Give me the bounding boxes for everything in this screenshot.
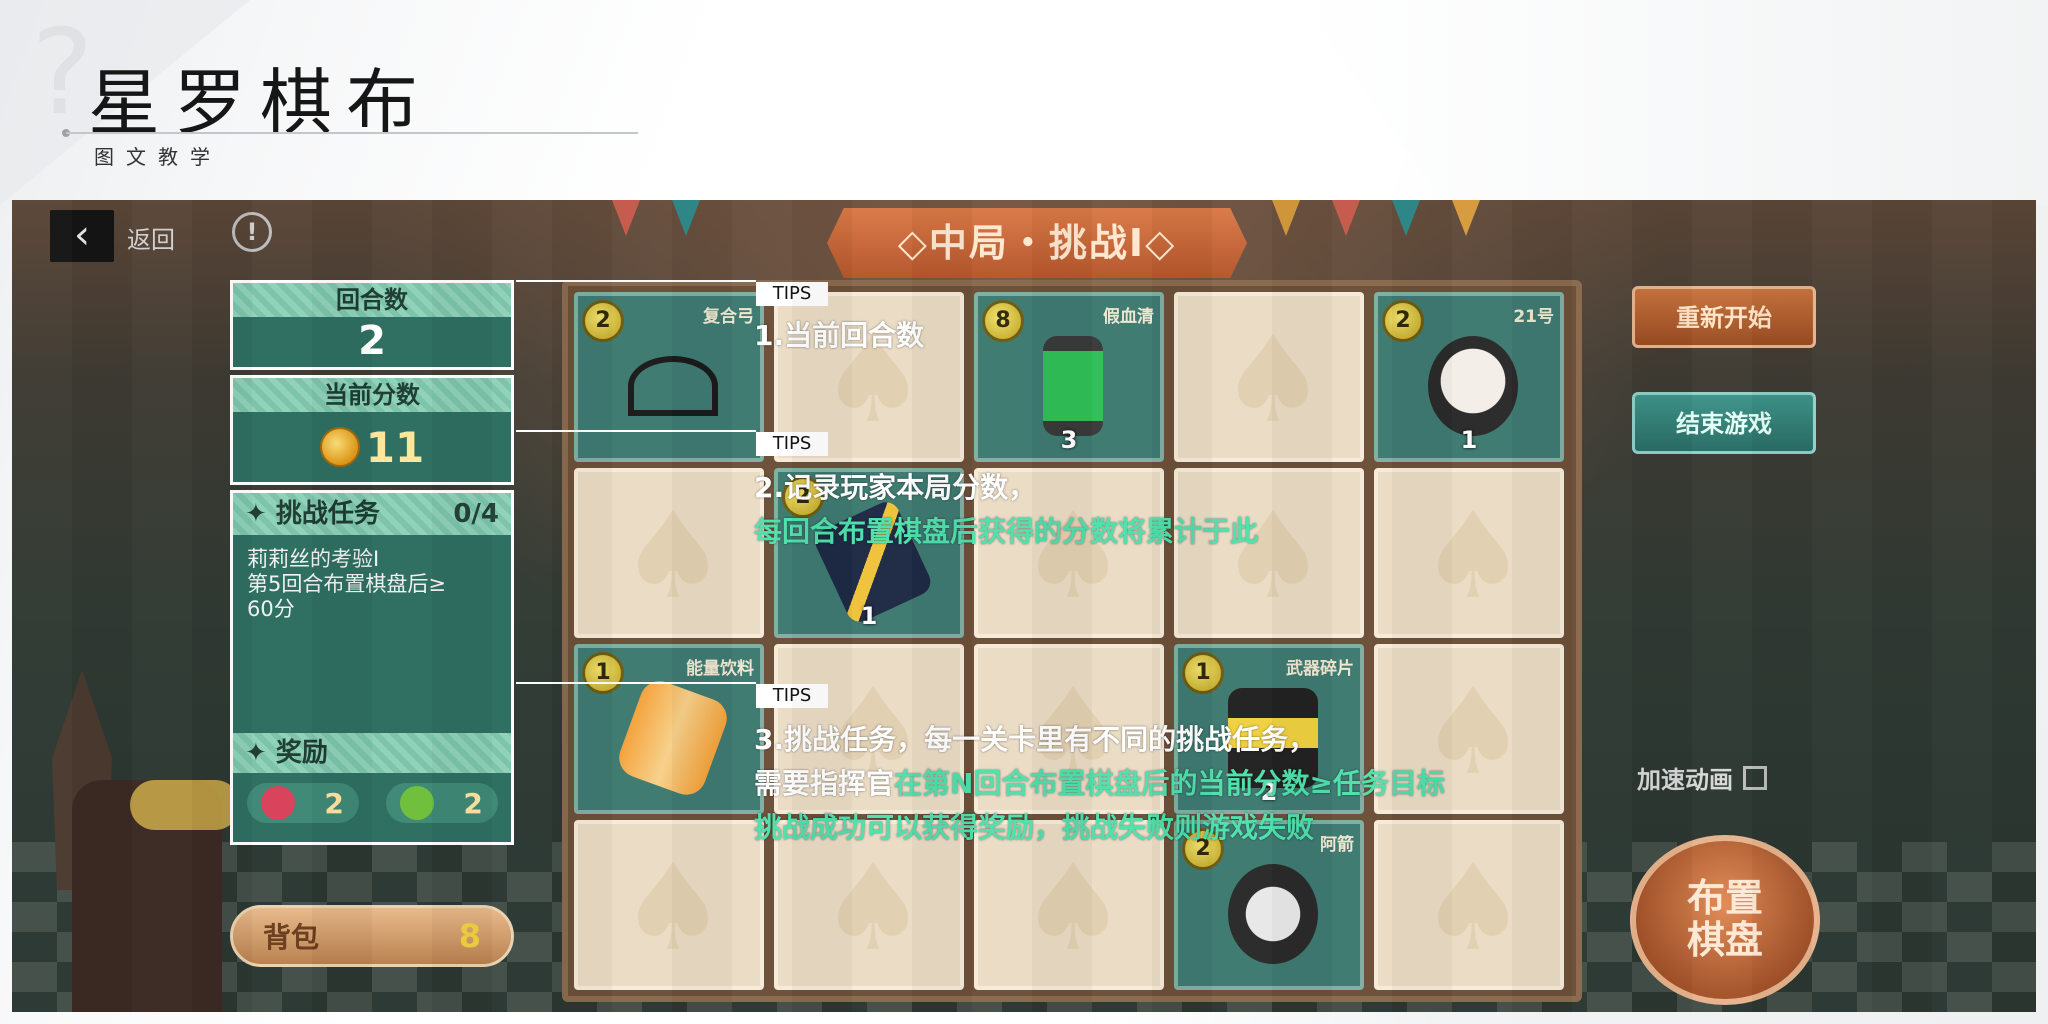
reward-label: 奖励 xyxy=(275,738,328,768)
spade-icon: ♠ xyxy=(1419,839,1527,978)
score-panel: 当前分数 11 xyxy=(230,375,514,485)
cell-item-name: 阿箭 xyxy=(1320,835,1354,855)
board-cell-empty[interactable]: ♠ xyxy=(1174,468,1364,638)
info-icon[interactable]: ! xyxy=(232,212,272,252)
reward-item: 2 xyxy=(385,783,498,823)
board-cell-item[interactable]: 8 假血清 3 xyxy=(974,292,1164,462)
board-cell-empty[interactable]: ♠ xyxy=(1174,292,1364,462)
reward-row: 2 2 xyxy=(233,783,511,823)
tip3-prefix: 需要指挥官 xyxy=(754,767,895,800)
task-description: 莉莉丝的考验Ⅰ 第5回合布置棋盘后≥ 60分 xyxy=(247,547,446,621)
task-label: 挑战任务 xyxy=(275,499,380,529)
cell-count: 1 xyxy=(1460,426,1478,454)
bow-icon xyxy=(628,356,718,416)
board-cell-item[interactable]: 1 能量饮料 xyxy=(574,644,764,814)
mask-icon xyxy=(1228,864,1318,964)
serum-icon xyxy=(1043,336,1103,436)
cell-item-name: 武器碎片 xyxy=(1286,659,1354,679)
coin-icon xyxy=(319,427,360,467)
board-cell-empty[interactable]: ♠ xyxy=(1374,468,1564,638)
slide: ? 星罗棋布 图文教学 ‹ 返回 ! ◇中局・挑战Ⅰ◇ 回合数 2 当前分数 1… xyxy=(0,0,2048,1024)
girl-icon xyxy=(1428,336,1518,436)
tip1-tag: TIPS xyxy=(756,282,828,306)
sparkle-icon: ✦ xyxy=(245,738,276,768)
reward-header: ✦ 奖励 xyxy=(233,733,511,773)
spade-icon: ♠ xyxy=(1419,487,1527,626)
tip1-text: 1.当前回合数 xyxy=(754,319,925,352)
tip2-line xyxy=(516,430,756,432)
board-cell-empty[interactable]: ♠ xyxy=(1374,820,1564,990)
cell-item-name: 21号 xyxy=(1513,307,1554,327)
tip3-tag: TIPS xyxy=(756,684,828,708)
sparkle-icon: ✦ xyxy=(245,499,276,529)
tip1-line xyxy=(516,280,756,282)
cell-count: 1 xyxy=(860,602,878,630)
cell-badge: 1 xyxy=(582,652,624,694)
bag-button[interactable]: 背包 8 xyxy=(230,905,514,967)
cell-badge: 2 xyxy=(1382,300,1424,342)
chip-icon xyxy=(261,786,296,820)
tip3-text-line3: 挑战成功可以获得奖励，挑战失败则游戏失败 xyxy=(754,811,1315,844)
round-label: 回合数 xyxy=(233,283,511,317)
place-board-button[interactable]: 布置 棋盘 xyxy=(1630,835,1820,1005)
bag-count: 8 xyxy=(458,917,481,955)
can-icon xyxy=(613,675,733,801)
spade-icon: ♠ xyxy=(819,839,927,978)
tip3-line xyxy=(516,682,756,684)
reward-item: 2 xyxy=(246,783,359,823)
challenge-task-panel: ✦ 挑战任务 0/4 莉莉丝的考验Ⅰ 第5回合布置棋盘后≥ 60分 ✦ 奖励 2 2 xyxy=(230,490,514,845)
chevron-left-icon: ‹ xyxy=(74,212,90,258)
tip2-text-line1: 2.记录玩家本局分数， xyxy=(754,471,1037,504)
back-label[interactable]: 返回 xyxy=(127,220,175,255)
cell-item-name: 能量饮料 xyxy=(686,659,754,679)
tip3-text-line2: 需要指挥官在第N回合布置棋盘后的当前分数≥任务目标 xyxy=(754,762,1445,802)
decor-bow xyxy=(130,780,240,830)
board-cell-item[interactable]: 2 21号 1 xyxy=(1374,292,1564,462)
speed-checkbox[interactable] xyxy=(1743,765,1767,790)
stage-banner: ◇中局・挑战Ⅰ◇ xyxy=(827,208,1247,278)
bag-label: 背包 xyxy=(263,921,320,954)
restart-button[interactable]: 重新开始 xyxy=(1632,286,1816,348)
speed-toggle[interactable]: 加速动画 xyxy=(1637,760,1767,795)
tip3-highlight: 在第N回合布置棋盘后的当前分数≥任务目标 xyxy=(894,767,1445,800)
spade-icon: ♠ xyxy=(1019,839,1127,978)
task-header: ✦ 挑战任务 0/4 xyxy=(233,493,511,535)
game-board: 2 复合弓 ♠ 8 假血清 3 ♠ 2 21号 1 ♠ 2 1 ♠ ♠ ♠ 1 能量饮料 ♠ ♠ 1 武器碎片 2 ♠ ♠ ♠ ♠ 2… xyxy=(562,280,1582,1002)
board-cell-empty[interactable]: ♠ xyxy=(574,820,764,990)
tip2-text-line2: 每回合布置棋盘后获得的分数将累计于此 xyxy=(754,515,1259,548)
speed-label: 加速动画 xyxy=(1637,766,1733,794)
end-game-button[interactable]: 结束游戏 xyxy=(1632,392,1816,454)
reward-value: 2 xyxy=(463,786,483,820)
cell-item-name: 假血清 xyxy=(1103,307,1154,327)
round-value: 2 xyxy=(358,318,386,364)
task-progress: 0/4 xyxy=(453,499,499,529)
reward-value: 2 xyxy=(324,786,344,820)
cell-count: 3 xyxy=(1060,426,1078,454)
spade-icon: ♠ xyxy=(619,487,727,626)
score-value: 11 xyxy=(365,422,425,472)
decor-triangle-right xyxy=(1300,0,2048,205)
title-divider xyxy=(66,132,638,134)
board-cell-item[interactable]: 2 复合弓 xyxy=(574,292,764,462)
cell-badge: 2 xyxy=(582,300,624,342)
page-subtitle: 图文教学 xyxy=(94,145,222,169)
game-screenshot: ‹ 返回 ! ◇中局・挑战Ⅰ◇ 回合数 2 当前分数 11 ✦ 挑战任务 0/4… xyxy=(12,200,2036,1012)
spade-icon: ♠ xyxy=(619,839,727,978)
tip3-text-line1: 3.挑战任务，每一关卡里有不同的挑战任务， xyxy=(754,723,1317,756)
board-cell-empty[interactable]: ♠ xyxy=(574,468,764,638)
score-label: 当前分数 xyxy=(233,378,511,412)
spade-icon: ♠ xyxy=(1219,311,1327,450)
cell-item-name: 复合弓 xyxy=(703,307,754,327)
back-button[interactable]: ‹ xyxy=(50,210,114,262)
round-panel: 回合数 2 xyxy=(230,280,514,370)
tip2-tag: TIPS xyxy=(756,432,828,456)
cell-badge: 1 xyxy=(1182,652,1224,694)
chip-icon xyxy=(400,786,435,820)
cell-badge: 8 xyxy=(982,300,1024,342)
